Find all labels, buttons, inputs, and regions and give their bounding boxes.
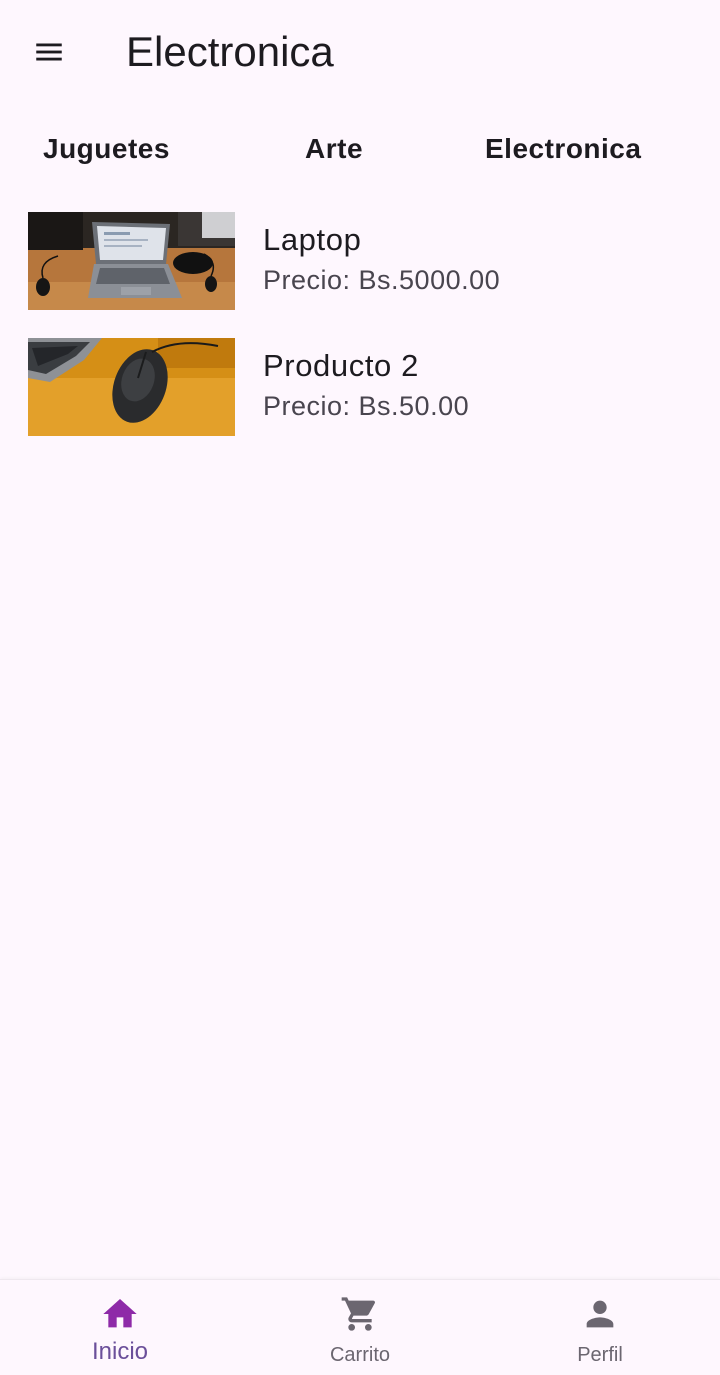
nav-item-perfil[interactable]: Perfil: [480, 1280, 720, 1375]
tab-electronica[interactable]: Electronica: [485, 120, 641, 178]
laptop-photo: [28, 212, 235, 310]
product-item-laptop[interactable]: Laptop Precio: Bs.5000.00: [0, 212, 720, 312]
product-name: Producto 2: [263, 348, 419, 383]
nav-label-carrito: Carrito: [329, 1344, 390, 1366]
category-tabs: Juguetes Arte Electronica: [0, 120, 720, 178]
person-icon: [586, 1300, 614, 1328]
tab-juguetes[interactable]: Juguetes: [43, 120, 170, 178]
cart-icon: [341, 1297, 376, 1331]
nav-label-inicio: Inicio: [91, 1338, 149, 1365]
top-app-bar: Electronica: [0, 0, 720, 104]
tab-arte[interactable]: Arte: [305, 120, 363, 178]
app-screen: Electronica Juguetes Arte Electronica La…: [0, 0, 720, 1375]
page-title: Electronica: [126, 28, 334, 75]
bottom-navigation: Inicio Carrito Perfil: [0, 1279, 720, 1375]
menu-icon: [36, 43, 62, 61]
home-icon: [103, 1299, 137, 1328]
nav-item-inicio[interactable]: Inicio: [0, 1280, 240, 1375]
product-item-producto-2[interactable]: Producto 2 Precio: Bs.50.00: [0, 338, 720, 438]
nav-item-carrito[interactable]: Carrito: [240, 1280, 480, 1375]
mouse-photo: [28, 338, 235, 436]
product-price: Precio: Bs.5000.00: [263, 265, 501, 295]
product-price: Precio: Bs.50.00: [263, 391, 470, 421]
nav-label-perfil: Perfil: [577, 1344, 623, 1366]
menu-button[interactable]: [20, 24, 78, 80]
product-name: Laptop: [263, 222, 362, 257]
